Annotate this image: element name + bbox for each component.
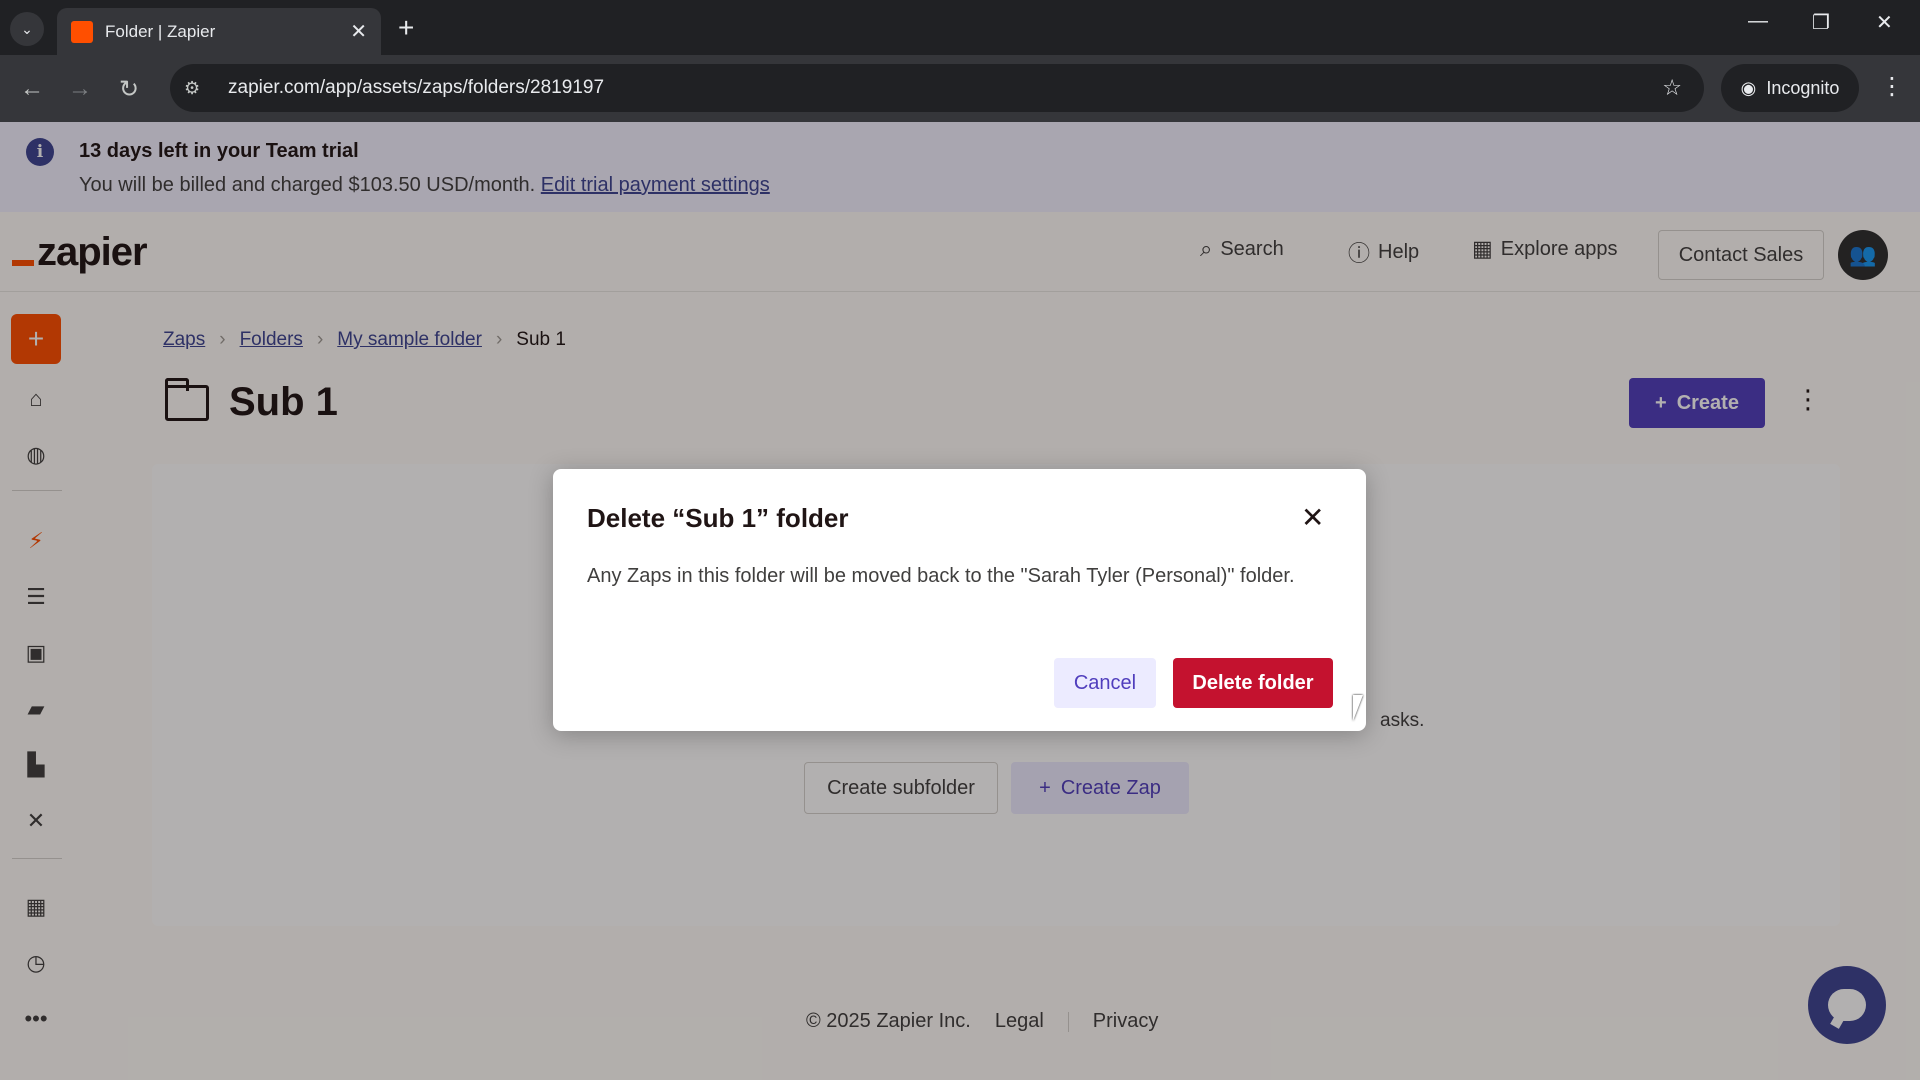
tab-title: Folder | Zapier [105, 21, 216, 41]
address-bar[interactable]: ⚙ zapier.com/app/assets/zaps/folders/281… [170, 64, 1704, 112]
reload-icon[interactable]: ↻ [119, 75, 139, 104]
url-text: zapier.com/app/assets/zaps/folders/28191… [228, 77, 605, 98]
incognito-label: Incognito [1766, 77, 1840, 98]
incognito-indicator[interactable]: ◉ Incognito [1721, 64, 1859, 112]
zapier-favicon-icon [71, 20, 93, 43]
tab-search-dropdown[interactable]: ⌄ [10, 12, 44, 46]
dialog-close-icon[interactable]: ✕ [1301, 501, 1324, 534]
minimize-button[interactable]: — [1748, 10, 1768, 33]
dialog-body: Any Zaps in this folder will be moved ba… [587, 565, 1295, 587]
browser-tab-bar: ⌄ Folder | Zapier ✕ + — ❐ ✕ [0, 0, 1920, 55]
dialog-title: Delete “Sub 1” folder [587, 503, 849, 533]
delete-folder-dialog: Delete “Sub 1” folder ✕ Any Zaps in this… [553, 469, 1366, 731]
tab-close-icon[interactable]: ✕ [350, 19, 367, 44]
mouse-cursor-icon [1353, 695, 1373, 721]
browser-tab[interactable]: Folder | Zapier ✕ [57, 8, 381, 55]
cancel-button[interactable]: Cancel [1054, 658, 1156, 708]
incognito-icon: ◉ [1740, 77, 1757, 98]
new-tab-button[interactable]: + [398, 12, 414, 44]
chevron-down-icon: ⌄ [21, 20, 33, 37]
bookmark-star-icon[interactable]: ☆ [1662, 75, 1682, 101]
site-settings-icon[interactable]: ⚙ [184, 78, 218, 99]
back-arrow-icon[interactable]: ← [20, 75, 44, 103]
browser-menu-icon[interactable]: ⋮ [1880, 72, 1904, 101]
forward-arrow-icon[interactable]: → [68, 75, 92, 103]
window-close-button[interactable]: ✕ [1876, 10, 1893, 35]
restore-button[interactable]: ❐ [1812, 10, 1830, 35]
delete-folder-button[interactable]: Delete folder [1173, 658, 1333, 708]
